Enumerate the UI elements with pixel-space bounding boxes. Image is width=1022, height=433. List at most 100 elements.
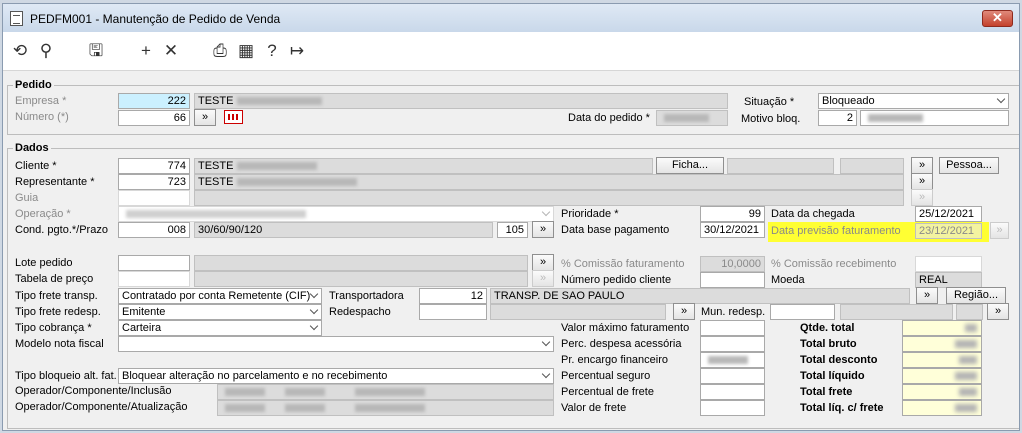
cliente-name-field: TESTE: [194, 158, 653, 174]
add-icon[interactable]: +: [135, 40, 157, 62]
data-base-label: Data base pagamento: [561, 224, 670, 236]
chevron-down-icon: [310, 323, 319, 332]
tipo-frete-redesp-select[interactable]: Emitente: [118, 304, 322, 320]
app-window: PEDFM001 - Manutenção de Pedido de Venda…: [2, 3, 1020, 431]
transportadora-name-field: TRANSP. DE SAO PAULO: [490, 288, 910, 304]
tipo-bloqueio-label: Tipo bloqueio alt. fat.: [15, 370, 117, 382]
representante-name-text: TESTE: [198, 176, 234, 188]
total-bruto-label: Total bruto: [800, 338, 857, 350]
ficha-button[interactable]: Ficha...: [656, 157, 724, 174]
situacao-label: Situação *: [744, 96, 795, 108]
chevron-down-icon: [310, 291, 319, 300]
tabela-preco-desc-field: [194, 271, 528, 287]
transportadora-code-field[interactable]: 12: [419, 288, 487, 304]
data-base-field[interactable]: 30/12/2021: [700, 222, 765, 238]
total-liq-frete-field: [902, 400, 982, 416]
prioridade-field[interactable]: 99: [700, 206, 765, 222]
tipo-frete-label: Tipo frete transp.: [15, 290, 98, 302]
data-previsao-label: Data previsão faturamento: [771, 225, 901, 237]
operador-atualizacao-label: Operador/Componente/Atualização: [15, 401, 188, 413]
valor-max-fat-field[interactable]: [700, 320, 765, 336]
numero-field[interactable]: 66: [118, 110, 190, 126]
representante-label: Representante *: [15, 176, 95, 188]
moeda-label: Moeda: [771, 274, 805, 286]
save-icon[interactable]: 🖫: [85, 40, 107, 62]
situacao-value: Bloqueado: [822, 95, 875, 107]
redespacho-lookup-button[interactable]: »: [673, 303, 695, 320]
pr-encargo-field[interactable]: [700, 352, 765, 368]
tipo-frete-redesp-label: Tipo frete redesp.: [15, 306, 101, 318]
undo-icon[interactable]: ⟲: [9, 40, 31, 62]
operacao-label: Operação *: [15, 208, 71, 220]
delete-icon[interactable]: ✕: [160, 40, 182, 62]
cliente-lookup-button[interactable]: »: [911, 157, 933, 174]
title-bar: PEDFM001 - Manutenção de Pedido de Venda…: [3, 4, 1019, 32]
data-previsao-lookup-button[interactable]: »: [990, 222, 1009, 239]
num-pedido-cliente-field[interactable]: [700, 272, 765, 288]
transportadora-label: Transportadora: [329, 290, 404, 302]
redespacho-label: Redespacho: [329, 306, 391, 318]
calendar-red-icon[interactable]: [224, 110, 243, 124]
cond-pgto-label: Cond. pgto.*/Prazo: [15, 224, 108, 236]
comissao-rec-field[interactable]: [915, 256, 982, 272]
toolbar: ⟲ ⚲ 🖫 + ✕ ⎙ ▦ ? ↦: [3, 32, 1019, 70]
valor-frete-field[interactable]: [700, 400, 765, 416]
tipo-frete-select[interactable]: Contratado por conta Remetente (CIF): [118, 288, 322, 304]
data-pedido-field: [656, 110, 728, 126]
operador-inclusao-field: [217, 384, 554, 400]
mun-redesp-lookup-button[interactable]: »: [987, 303, 1009, 320]
tipo-frete-redesp-value: Emitente: [122, 306, 166, 318]
tabela-preco-code-field[interactable]: [118, 271, 190, 287]
lote-pedido-lookup-button[interactable]: »: [532, 254, 554, 271]
help-icon[interactable]: ?: [261, 40, 283, 62]
cond-pgto-lookup-button[interactable]: »: [532, 221, 554, 238]
data-chegada-field[interactable]: 25/12/2021: [915, 206, 982, 222]
representante-name-field: TESTE: [194, 174, 904, 190]
window-title: PEDFM001 - Manutenção de Pedido de Venda: [30, 12, 281, 26]
empresa-code-field[interactable]: 222: [118, 93, 190, 109]
tipo-bloqueio-value: Bloquear alteração no parcelamento e no …: [122, 370, 388, 382]
total-frete-label: Total frete: [800, 386, 853, 398]
search-icon[interactable]: ⚲: [35, 40, 57, 62]
pessoa-button[interactable]: Pessoa...: [939, 157, 999, 174]
transportadora-lookup-button[interactable]: »: [916, 287, 938, 304]
perc-despesa-field[interactable]: [700, 336, 765, 352]
close-button[interactable]: ✕: [982, 10, 1013, 27]
toolbar-separator: [3, 70, 1019, 71]
exit-icon[interactable]: ↦: [286, 40, 308, 62]
tabela-preco-lookup-button[interactable]: »: [532, 270, 554, 287]
regiao-button[interactable]: Região...: [946, 287, 1006, 304]
tipo-frete-value: Contratado por conta Remetente (CIF): [122, 290, 311, 302]
tipo-bloqueio-select[interactable]: Bloquear alteração no parcelamento e no …: [118, 368, 554, 384]
calendar-icon[interactable]: ▦: [235, 40, 257, 62]
motivo-bloq-label: Motivo bloq.: [741, 113, 801, 125]
prazo-field[interactable]: 105: [497, 222, 528, 238]
guia-code-field[interactable]: [118, 190, 190, 206]
operador-atualizacao-field: [217, 400, 554, 416]
lote-pedido-code-field[interactable]: [118, 255, 190, 271]
guia-lookup-button[interactable]: »: [911, 189, 933, 206]
percentual-frete-field[interactable]: [700, 384, 765, 400]
chevron-down-icon: [310, 307, 319, 316]
representante-lookup-button[interactable]: »: [911, 173, 933, 190]
motivo-bloq-code-field[interactable]: 2: [818, 110, 857, 126]
mun-redesp-uf-field: [956, 304, 983, 320]
modelo-nf-select[interactable]: [118, 336, 554, 352]
mun-redesp-code-field[interactable]: [770, 304, 835, 320]
situacao-select[interactable]: Bloqueado: [818, 93, 1009, 109]
lote-pedido-desc-field: [194, 255, 528, 271]
cond-pgto-code-field[interactable]: 008: [118, 222, 190, 238]
modelo-nf-label: Modelo nota fiscal: [15, 338, 104, 350]
numero-lookup-button[interactable]: »: [194, 109, 216, 126]
qtde-total-field: [902, 320, 982, 336]
operacao-select[interactable]: [118, 206, 554, 222]
cliente-code-field[interactable]: 774: [118, 158, 190, 174]
tipo-cobranca-select[interactable]: Carteira: [118, 320, 322, 336]
num-pedido-cliente-label: Número pedido cliente: [561, 274, 672, 286]
representante-code-field[interactable]: 723: [118, 174, 190, 190]
redespacho-code-field[interactable]: [419, 304, 487, 320]
percentual-seguro-field[interactable]: [700, 368, 765, 384]
comissao-fat-field: 10,0000: [700, 256, 765, 272]
print-icon[interactable]: ⎙: [209, 40, 231, 62]
tabela-preco-label: Tabela de preço: [15, 273, 94, 285]
